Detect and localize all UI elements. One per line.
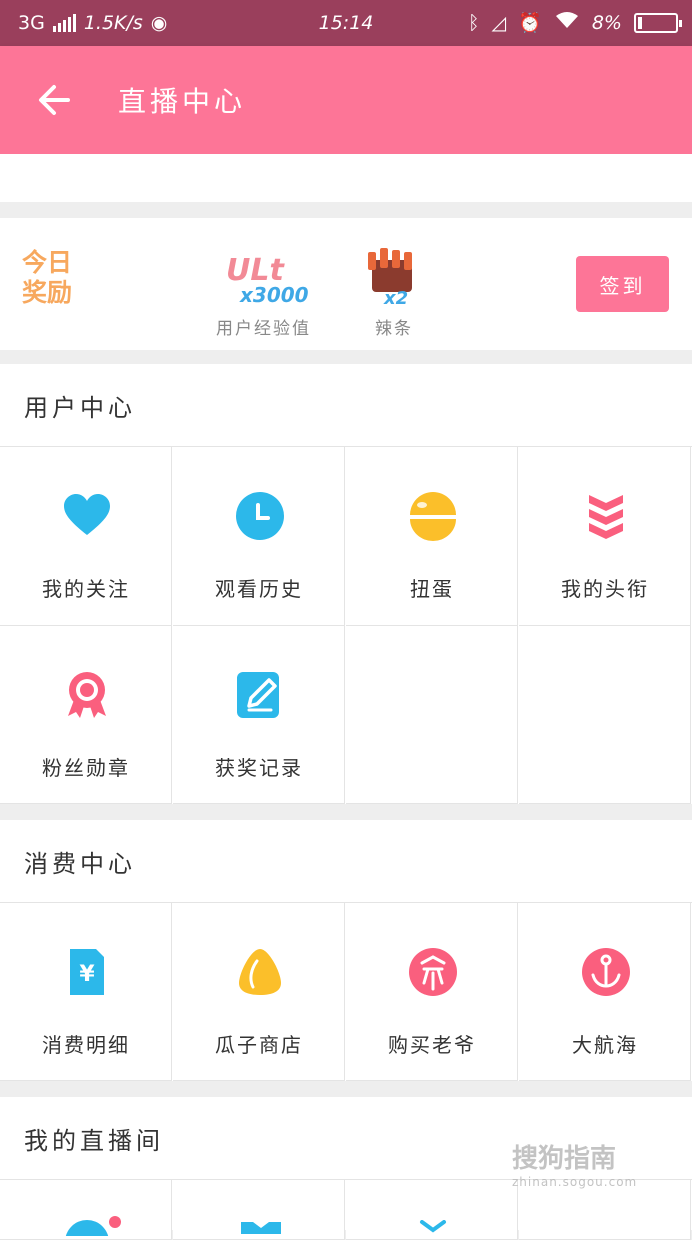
daily-reward-panel: 今日 奖励 ULt x3000 用户经验值 x2 辣条 签到	[0, 218, 692, 350]
watermark-brand: 搜狗指南	[512, 1144, 617, 1174]
page-title: 直播中心	[118, 85, 247, 118]
rank-icon	[589, 495, 623, 539]
seed-icon	[239, 949, 281, 995]
watermark: 搜狗指南 zhinan.sogou.com	[512, 1138, 637, 1189]
room-shirt-icon	[241, 1222, 281, 1234]
anchor-icon	[582, 948, 630, 996]
grid-item-seed-shop[interactable]: 瓜子商店	[173, 903, 345, 1081]
lord-icon	[409, 948, 457, 996]
heart-icon	[64, 494, 110, 535]
grid-item-room-2[interactable]	[173, 1180, 345, 1240]
battery-percent: 8%	[591, 11, 622, 34]
status-bar: 3G 1.5K/s ◉ 15:14 ᛒ ◿ ⏰ 8%	[0, 0, 692, 46]
svg-text:x2: x2	[383, 288, 408, 306]
room-avatar-icon	[65, 1216, 121, 1236]
today-reward-logo: 今日 奖励	[22, 248, 73, 307]
grid-item-room-4[interactable]	[519, 1180, 691, 1240]
grid-item-room-3[interactable]	[346, 1180, 518, 1240]
spicy-strip-icon: x2	[368, 248, 412, 309]
watermark-url: zhinan.sogou.com	[512, 1175, 638, 1189]
grid-item-voyage[interactable]: 大航海	[519, 903, 691, 1081]
user-center-grid: 我的关注 观看历史 扭蛋 我的头衔 粉丝勋章 获奖记录	[0, 447, 692, 804]
consume-center-header: 消费中心	[0, 820, 692, 903]
reward-item-spicy-label: 辣条	[375, 319, 413, 339]
reward-item-exp-label: 用户经验值	[216, 319, 311, 339]
svg-text:¥: ¥	[79, 962, 95, 987]
blank-strip	[0, 154, 692, 202]
grid-item-watch-history[interactable]: 观看历史	[173, 447, 345, 626]
app-bar: 直播中心	[0, 46, 692, 154]
bluetooth-icon: ᛒ	[468, 11, 480, 34]
grid-item-gacha[interactable]: 扭蛋	[346, 447, 518, 626]
capsule-icon	[410, 492, 456, 541]
ult-badge-icon: ULt x3000	[226, 253, 309, 307]
grid-item-prize-record[interactable]: 获奖记录	[173, 626, 345, 804]
svg-text:x3000: x3000	[239, 283, 309, 306]
wifi-icon	[554, 10, 580, 35]
consume-center-grid: ¥ 消费明细 瓜子商店 购买老爷 大航海	[0, 903, 692, 1081]
clock-icon	[236, 492, 284, 540]
room-chevron-icon	[420, 1220, 446, 1233]
medal-icon	[68, 672, 106, 718]
reward-item-exp: ULt x3000 用户经验值	[216, 246, 311, 339]
back-arrow-icon[interactable]	[34, 80, 74, 120]
grid-item-fan-medal[interactable]: 粉丝勋章	[0, 626, 172, 804]
grid-item-spending-details[interactable]: ¥ 消费明细	[0, 903, 172, 1081]
mute-icon: ◿	[491, 11, 507, 34]
user-center-header: 用户中心	[0, 364, 692, 447]
grid-item-my-title[interactable]: 我的头衔	[519, 447, 691, 626]
reward-item-spicy: x2 辣条	[362, 246, 426, 339]
yuan-icon: ¥	[70, 949, 104, 995]
sign-in-button[interactable]: 签到	[576, 256, 669, 312]
grid-item-room-1[interactable]	[0, 1180, 172, 1240]
my-room-title: 我的直播间	[24, 1127, 164, 1155]
edit-icon	[237, 672, 279, 718]
grid-empty-cell	[519, 626, 691, 804]
grid-item-buy-lord[interactable]: 购买老爷	[346, 903, 518, 1081]
grid-item-my-follows[interactable]: 我的关注	[0, 447, 172, 626]
user-center-title: 用户中心	[24, 394, 136, 422]
alarm-icon: ⏰	[518, 12, 542, 34]
consume-center-title: 消费中心	[24, 850, 136, 878]
grid-empty-cell	[346, 626, 518, 804]
battery-icon	[634, 12, 682, 33]
